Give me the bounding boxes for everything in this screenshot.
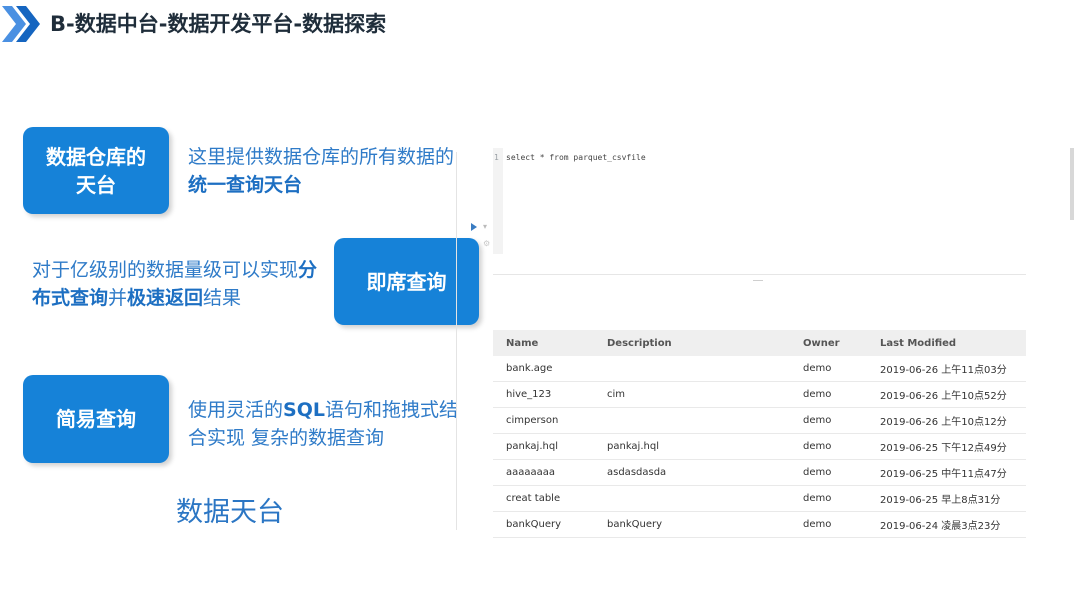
run-icon[interactable] [471, 223, 477, 231]
desc-highlight: 极速返回 [127, 287, 204, 309]
cell-modified: 2019-06-26 上午10点52分 [880, 391, 1007, 402]
cell-owner: demo [803, 441, 832, 452]
panel-divider [456, 152, 457, 530]
cell-name: bank.age [506, 363, 553, 374]
column-header[interactable]: Name [493, 338, 607, 349]
double-chevron-icon [2, 6, 40, 42]
column-header[interactable]: Description [607, 338, 803, 349]
cell-owner: demo [803, 493, 832, 504]
desc-text: 使用灵活的 [188, 399, 284, 421]
cell-modified: 2019-06-25 中午11点47分 [880, 469, 1007, 480]
table-row[interactable]: aaaaaaaa asdasdasda demo 2019-06-25 中午11… [493, 460, 1026, 486]
cell-name: creat table [506, 493, 561, 504]
feature-desc-simple: 使用灵活的SQL语句和拖拽式结合实现 复杂的数据查询 [188, 396, 468, 452]
cell-modified: 2019-06-24 凌晨3点23分 [880, 521, 1001, 532]
column-header[interactable]: Last Modified [880, 338, 1026, 349]
line-number: 1 [494, 153, 499, 162]
cell-owner: demo [803, 389, 832, 400]
feature-desc-warehouse: 这里提供数据仓库的所有数据的统一查询天台 [188, 143, 460, 199]
cell-owner: demo [803, 467, 832, 478]
desc-text: 这里提供数据仓库的所有数据的 [188, 146, 455, 168]
query-table: Name Description Owner Last Modified ban… [493, 330, 1026, 538]
cell-name: aaaaaaaa [506, 467, 556, 478]
editor-gutter [493, 148, 503, 254]
cell-modified: 2019-06-25 早上8点31分 [880, 495, 1001, 506]
chevron-down-icon[interactable]: ▾ [483, 222, 487, 231]
cell-description: cim [607, 389, 626, 400]
desc-text: 对于亿级别的数据量级可以实现 [32, 259, 299, 281]
sql-code[interactable]: select * from parquet_csvfile [506, 153, 646, 162]
table-row[interactable]: pankaj.hql pankaj.hql demo 2019-06-25 下午… [493, 434, 1026, 460]
desc-text: 并 [108, 287, 128, 309]
gear-icon[interactable]: ⚙ [483, 239, 490, 248]
column-header[interactable]: Owner [803, 338, 880, 349]
table-row[interactable]: bank.age demo 2019-06-26 上午11点03分 [493, 356, 1026, 382]
table-row[interactable]: bankQuery bankQuery demo 2019-06-24 凌晨3点… [493, 512, 1026, 538]
table-header: Name Description Owner Last Modified [493, 330, 1026, 356]
cell-name: pankaj.hql [506, 441, 558, 452]
table-row[interactable]: creat table demo 2019-06-25 早上8点31分 [493, 486, 1026, 512]
feature-box-warehouse: 数据仓库的 天台 [23, 127, 169, 214]
desc-text: 结果 [203, 287, 242, 309]
cell-owner: demo [803, 415, 832, 426]
cell-description: pankaj.hql [607, 441, 659, 452]
table-row[interactable]: cimperson demo 2019-06-26 上午10点12分 [493, 408, 1026, 434]
cell-description: bankQuery [607, 519, 662, 530]
resize-handle[interactable] [753, 280, 763, 282]
sql-editor[interactable]: 1 select * from parquet_csvfile [493, 148, 1026, 275]
cell-modified: 2019-06-26 上午10点12分 [880, 417, 1007, 428]
page-title: B-数据中台-数据开发平台-数据探索 [50, 12, 387, 36]
cell-owner: demo [803, 363, 832, 374]
big-caption: 数据天台 [176, 497, 284, 528]
cell-name: bankQuery [506, 519, 561, 530]
cell-owner: demo [803, 519, 832, 530]
desc-highlight: 统一查询天台 [188, 174, 303, 196]
feature-box-adhoc: 即席查询 [334, 238, 479, 325]
cell-name: cimperson [506, 415, 559, 426]
cell-name: hive_123 [506, 389, 552, 400]
feature-box-simple: 简易查询 [23, 375, 169, 463]
scrollbar[interactable] [1070, 148, 1074, 220]
cell-modified: 2019-06-26 上午11点03分 [880, 365, 1007, 376]
table-row[interactable]: hive_123 cim demo 2019-06-26 上午10点52分 [493, 382, 1026, 408]
title-bar: B-数据中台-数据开发平台-数据探索 [0, 6, 600, 42]
cell-description: asdasdasda [607, 467, 667, 478]
cell-modified: 2019-06-25 下午12点49分 [880, 443, 1007, 454]
feature-desc-adhoc: 对于亿级别的数据量级可以实现分布式查询并极速返回结果 [32, 256, 332, 312]
desc-highlight: SQL [283, 399, 325, 421]
